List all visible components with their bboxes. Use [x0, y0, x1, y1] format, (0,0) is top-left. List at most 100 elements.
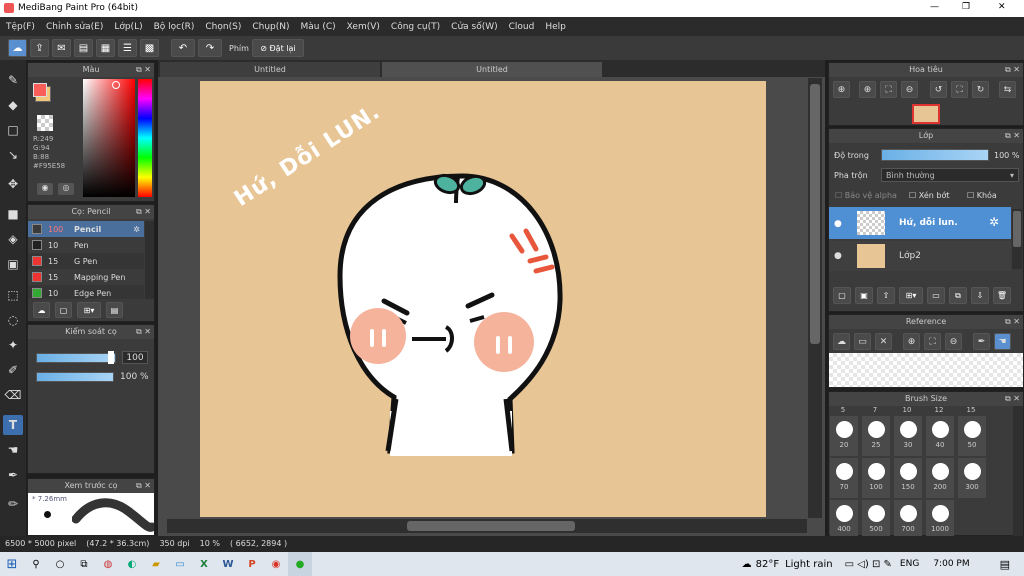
share-icon[interactable]: ⇪	[30, 39, 49, 57]
zoom-out-icon[interactable]: ⊖	[901, 81, 918, 98]
file-explorer-icon[interactable]: ▰	[144, 552, 168, 576]
new-brush-icon[interactable]: ▢	[55, 302, 72, 318]
visibility-icon[interactable]: ●	[834, 251, 842, 261]
eyedropper-icon[interactable]: ✒	[973, 333, 990, 350]
panel-controls-icon[interactable]: ⧉ ✕	[1005, 129, 1020, 143]
add-layer-menu-icon[interactable]: ⊞▾	[899, 287, 923, 304]
panel-controls-icon[interactable]: ⧉ ✕	[136, 479, 151, 493]
reference-canvas[interactable]	[829, 353, 1023, 387]
drawing-canvas[interactable]: Hứ, Dỗi LUN.	[200, 81, 766, 517]
duplicate-icon[interactable]: ⧉	[949, 287, 967, 304]
bucket-tool-icon[interactable]: ◈	[3, 229, 23, 249]
cloud-icon[interactable]: ☁	[833, 333, 850, 350]
new-layer-copy-icon[interactable]: ▣	[855, 287, 873, 304]
brush-size-preset[interactable]: 100	[862, 458, 890, 498]
panel-controls-icon[interactable]: ⧉ ✕	[1005, 392, 1020, 406]
cloud-icon[interactable]: ☁	[8, 39, 27, 57]
maximize-button[interactable]: ❐	[962, 2, 970, 12]
cortana-icon[interactable]: ○	[48, 552, 72, 576]
brush-size-preset[interactable]: 700	[894, 500, 922, 540]
brush-list-scrollbar[interactable]	[145, 221, 154, 299]
close-icon[interactable]: ✕	[875, 333, 892, 350]
tray-icons[interactable]: ▭ ◁) ⊡ ✎	[845, 559, 892, 570]
add-brush-icon[interactable]: ⊞▾	[77, 302, 101, 318]
windows-start-icon[interactable]: ⊞	[0, 552, 24, 576]
brush-list-item[interactable]: 15 G Pen	[28, 253, 144, 269]
gradient-tool-icon[interactable]: ▣	[3, 254, 23, 274]
reset-button[interactable]: ⊘ Đặt lại	[251, 39, 304, 57]
brush-size-preset[interactable]: 1000	[926, 500, 954, 540]
rotate-left-icon[interactable]: ↺	[930, 81, 947, 98]
fullscreen-icon[interactable]: ⛶	[951, 81, 968, 98]
brush-list-item[interactable]: 10 Pen	[28, 237, 144, 253]
undo-icon[interactable]: ↶	[171, 39, 195, 57]
layer-scroll-thumb[interactable]	[1013, 211, 1021, 247]
menu-edit[interactable]: Chỉnh sửa(E)	[46, 22, 103, 32]
transparent-swatch[interactable]	[37, 115, 53, 131]
app-swirl-icon[interactable]: ◍	[96, 552, 120, 576]
folder-icon[interactable]: ▭	[927, 287, 945, 304]
close-button[interactable]: ✕	[998, 2, 1006, 12]
brush-size-preset[interactable]: 150	[894, 458, 922, 498]
select-rect-tool-icon[interactable]: ⬚	[3, 285, 23, 305]
brush-list-item[interactable]: 100 Pencil ✲	[28, 221, 144, 237]
menu-filter[interactable]: Bộ lọc(R)	[154, 22, 195, 32]
redo-icon[interactable]: ↷	[198, 39, 222, 57]
brush-size-preset[interactable]: 25	[862, 416, 890, 456]
task-view-icon[interactable]: ⧉	[72, 552, 96, 576]
tab-untitled-2[interactable]: Untitled	[382, 62, 602, 77]
brush-size-preset[interactable]: 300	[958, 458, 986, 498]
hue-slider[interactable]	[138, 79, 152, 197]
panel-controls-icon[interactable]: ⧉ ✕	[136, 205, 151, 219]
menu-color[interactable]: Màu (C)	[301, 22, 336, 32]
vertical-scrollbar[interactable]	[808, 78, 822, 518]
word-icon[interactable]: W	[216, 552, 240, 576]
brush-size-handle[interactable]	[108, 351, 114, 364]
panel-controls-icon[interactable]: ⧉ ✕	[136, 325, 151, 339]
brush-size-preset[interactable]: 50	[958, 416, 986, 456]
menu-window[interactable]: Cửa số(W)	[451, 22, 497, 32]
brush-size-preset[interactable]: 20	[830, 416, 858, 456]
menu-help[interactable]: Help	[545, 22, 566, 32]
menu-snap[interactable]: Chụp(N)	[252, 22, 289, 32]
fit-icon[interactable]: ⛶	[924, 333, 941, 350]
temperature[interactable]: 82°F	[756, 559, 779, 570]
fill-rect-tool-icon[interactable]: ■	[3, 204, 23, 224]
foreground-color-swatch[interactable]	[33, 83, 47, 97]
brush-tool-icon[interactable]: ✎	[3, 70, 23, 90]
menu-cloud[interactable]: Cloud	[509, 22, 535, 32]
gear-icon[interactable]: ✲	[133, 225, 140, 234]
text-tool-icon[interactable]: T	[3, 415, 23, 435]
tab-untitled-1[interactable]: Untitled	[160, 62, 380, 77]
navigator-thumbnail[interactable]	[912, 104, 940, 124]
pen-tool-icon[interactable]: ✏	[3, 494, 23, 514]
select-pen-icon[interactable]: ✐	[3, 360, 23, 380]
rotate-right-icon[interactable]: ↻	[972, 81, 989, 98]
visibility-icon[interactable]: ●	[834, 219, 842, 229]
clock-time[interactable]: 7:00 PM	[933, 559, 969, 569]
lock-checkbox[interactable]: ☐ Khóa	[967, 191, 997, 200]
weather-text[interactable]: Light rain	[785, 559, 833, 570]
select-eraser-icon[interactable]: ⌫	[3, 385, 23, 405]
medibang-taskbar-icon[interactable]: ●	[288, 552, 312, 576]
move-tool-icon[interactable]: ✥	[3, 174, 23, 194]
document-icon[interactable]: ▦	[96, 39, 115, 57]
vertical-scroll-thumb[interactable]	[810, 84, 820, 344]
brush-size-preset[interactable]: 400	[830, 500, 858, 540]
hand-icon[interactable]: ☚	[994, 333, 1011, 350]
panel-controls-icon[interactable]: ⧉ ✕	[1005, 63, 1020, 77]
clip-checkbox[interactable]: ☐ Xén bớt	[909, 191, 949, 200]
lasso-tool-icon[interactable]: ◌	[3, 310, 23, 330]
powerpoint-icon[interactable]: P	[240, 552, 264, 576]
layer-opacity-slider[interactable]	[881, 149, 989, 161]
layer-row-selected[interactable]: ● Hứ, dỗi lun. ✲	[829, 207, 1011, 239]
chrome-icon[interactable]: ◉	[264, 552, 288, 576]
brush-size-preset[interactable]: 70	[830, 458, 858, 498]
brush-size-value[interactable]: 100	[122, 351, 148, 364]
flip-icon[interactable]: ⇆	[999, 81, 1016, 98]
horizontal-scrollbar[interactable]	[167, 519, 807, 533]
brush-size-preset[interactable]: 40	[926, 416, 954, 456]
list-icon[interactable]: ☰	[118, 39, 137, 57]
brush-size-preset[interactable]: 200	[926, 458, 954, 498]
horizontal-scroll-thumb[interactable]	[407, 521, 575, 531]
